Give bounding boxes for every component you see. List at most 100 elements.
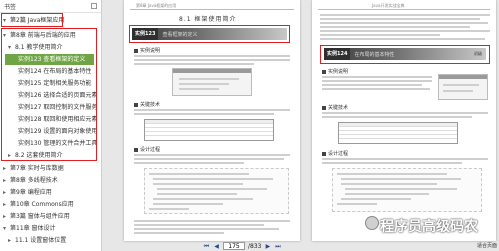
code-line bbox=[153, 198, 253, 200]
sidebar-header: 书签 bbox=[0, 0, 101, 13]
figure-line bbox=[179, 88, 219, 90]
right-page: Java开发实战宝典 实例124 在布局的基本特性 初级 实例说明 关键技术 设… bbox=[312, 0, 496, 241]
section-heading: 实例说明 bbox=[134, 47, 160, 54]
divider bbox=[318, 9, 490, 10]
method-table bbox=[144, 119, 274, 141]
code-line bbox=[337, 203, 377, 205]
toc-item-chapter11[interactable]: ▾ 第11章 窗体设计 bbox=[0, 223, 101, 234]
code-line bbox=[341, 183, 437, 185]
code-line bbox=[337, 173, 447, 175]
page-total: /833 bbox=[248, 242, 262, 250]
left-page: 第8章 Java框架的应用 8.1 框架使用简介 实例123 查看框架的定义 实… bbox=[124, 0, 300, 241]
table-row bbox=[339, 135, 457, 139]
code-line bbox=[153, 178, 273, 180]
text-line bbox=[320, 34, 440, 36]
text-line bbox=[134, 232, 224, 234]
text-line bbox=[322, 112, 488, 114]
code-line bbox=[149, 173, 249, 175]
text-line bbox=[322, 162, 462, 164]
text-line bbox=[320, 26, 470, 28]
chevron-right-icon[interactable]: ▸ bbox=[3, 199, 10, 210]
bullet-icon bbox=[322, 151, 326, 156]
text-line bbox=[322, 80, 432, 82]
text-line bbox=[134, 154, 290, 156]
figure-line bbox=[443, 84, 479, 86]
table-row bbox=[145, 132, 273, 136]
section-heading: 关键技术 bbox=[322, 104, 348, 111]
options-icon[interactable] bbox=[91, 3, 97, 9]
toc-item-section-11-1[interactable]: ▸ 11.1 设置窗体位置 bbox=[0, 235, 101, 246]
highlight-chapter-list bbox=[1, 28, 97, 161]
highlight-banner bbox=[129, 25, 290, 43]
code-line bbox=[153, 203, 223, 205]
chevron-right-icon[interactable]: ▸ bbox=[3, 187, 10, 198]
last-page-icon[interactable]: ⏭ bbox=[274, 243, 281, 250]
chapter-title: 8.1 框架使用简介 bbox=[179, 16, 237, 23]
toc-item-chapter7[interactable]: ▸ 第7章 实时与库数据 bbox=[0, 163, 101, 174]
text-line bbox=[322, 88, 430, 90]
code-line bbox=[157, 188, 267, 190]
code-block bbox=[332, 168, 482, 212]
toc-item-chapter9[interactable]: ▸ 第9章 编程应用 bbox=[0, 187, 101, 198]
code-line bbox=[157, 193, 237, 195]
code-line bbox=[341, 178, 461, 180]
section-heading: 设计过程 bbox=[322, 150, 348, 157]
figure-screenshot bbox=[438, 74, 488, 100]
fit-page-button[interactable]: 适合页面 bbox=[477, 242, 497, 249]
section-heading: 设计过程 bbox=[134, 146, 160, 153]
text-line bbox=[134, 55, 290, 57]
text-line bbox=[134, 113, 274, 115]
figure-screenshot bbox=[172, 68, 252, 96]
bullet-icon bbox=[134, 48, 138, 53]
code-line bbox=[345, 193, 429, 195]
text-line bbox=[134, 162, 244, 164]
figure-titlebar bbox=[173, 69, 251, 73]
code-line bbox=[149, 208, 189, 210]
toc-item-part3[interactable]: ▸ 第3篇 窗体与组件应用 bbox=[0, 211, 101, 222]
divider bbox=[130, 9, 294, 10]
text-line bbox=[322, 116, 472, 118]
bookmarks-sidebar: 书签 ▾ 第2篇 Java框架应用 ▾ 第8章 前端与后端的应用 ▾ 8.1 教学使用… bbox=[0, 0, 102, 251]
figure-line bbox=[179, 78, 239, 80]
text-line bbox=[134, 228, 279, 230]
text-line bbox=[320, 14, 490, 16]
text-line bbox=[320, 22, 488, 24]
text-line bbox=[134, 109, 290, 111]
text-line bbox=[134, 158, 284, 160]
bullet-icon bbox=[322, 69, 326, 74]
text-line bbox=[134, 224, 264, 226]
text-line bbox=[322, 158, 488, 160]
highlight-part-title bbox=[1, 13, 63, 27]
next-page-icon[interactable]: ▶ bbox=[264, 243, 271, 250]
first-page-icon[interactable]: ⏮ bbox=[203, 243, 210, 250]
section-heading: 关键技术 bbox=[134, 101, 160, 108]
section-heading: 实例说明 bbox=[322, 68, 348, 75]
text-line bbox=[134, 220, 290, 222]
code-line bbox=[153, 183, 243, 185]
highlight-banner bbox=[320, 45, 490, 64]
figure-line bbox=[179, 83, 229, 85]
code-line bbox=[341, 198, 411, 200]
chevron-right-icon[interactable]: ▸ bbox=[3, 211, 10, 222]
text-line bbox=[320, 18, 480, 20]
page-number-input[interactable] bbox=[223, 242, 245, 250]
chevron-right-icon[interactable]: ▸ bbox=[3, 175, 10, 186]
sidebar-title: 书签 bbox=[4, 3, 17, 11]
chevron-right-icon[interactable]: ▸ bbox=[3, 163, 10, 174]
bullet-icon bbox=[322, 105, 326, 110]
chevron-down-icon[interactable]: ▾ bbox=[3, 223, 10, 234]
text-line bbox=[322, 84, 422, 86]
watermark-text: 程序员高级码农 bbox=[380, 219, 478, 235]
prev-page-icon[interactable]: ◀ bbox=[213, 243, 220, 250]
bullet-icon bbox=[134, 102, 138, 107]
text-line bbox=[320, 38, 485, 40]
chevron-right-icon[interactable]: ▸ bbox=[8, 235, 15, 246]
toc-item-chapter8b[interactable]: ▸ 第8章 多线程技术 bbox=[0, 175, 101, 186]
text-line bbox=[134, 63, 254, 65]
watermark-logo-icon bbox=[365, 216, 379, 230]
text-line bbox=[320, 30, 490, 32]
code-line bbox=[345, 188, 457, 190]
figure-titlebar bbox=[439, 75, 487, 79]
toc-item-chapter10[interactable]: ▸ 第10章 Commons应用 bbox=[0, 199, 101, 210]
code-block bbox=[144, 168, 289, 214]
